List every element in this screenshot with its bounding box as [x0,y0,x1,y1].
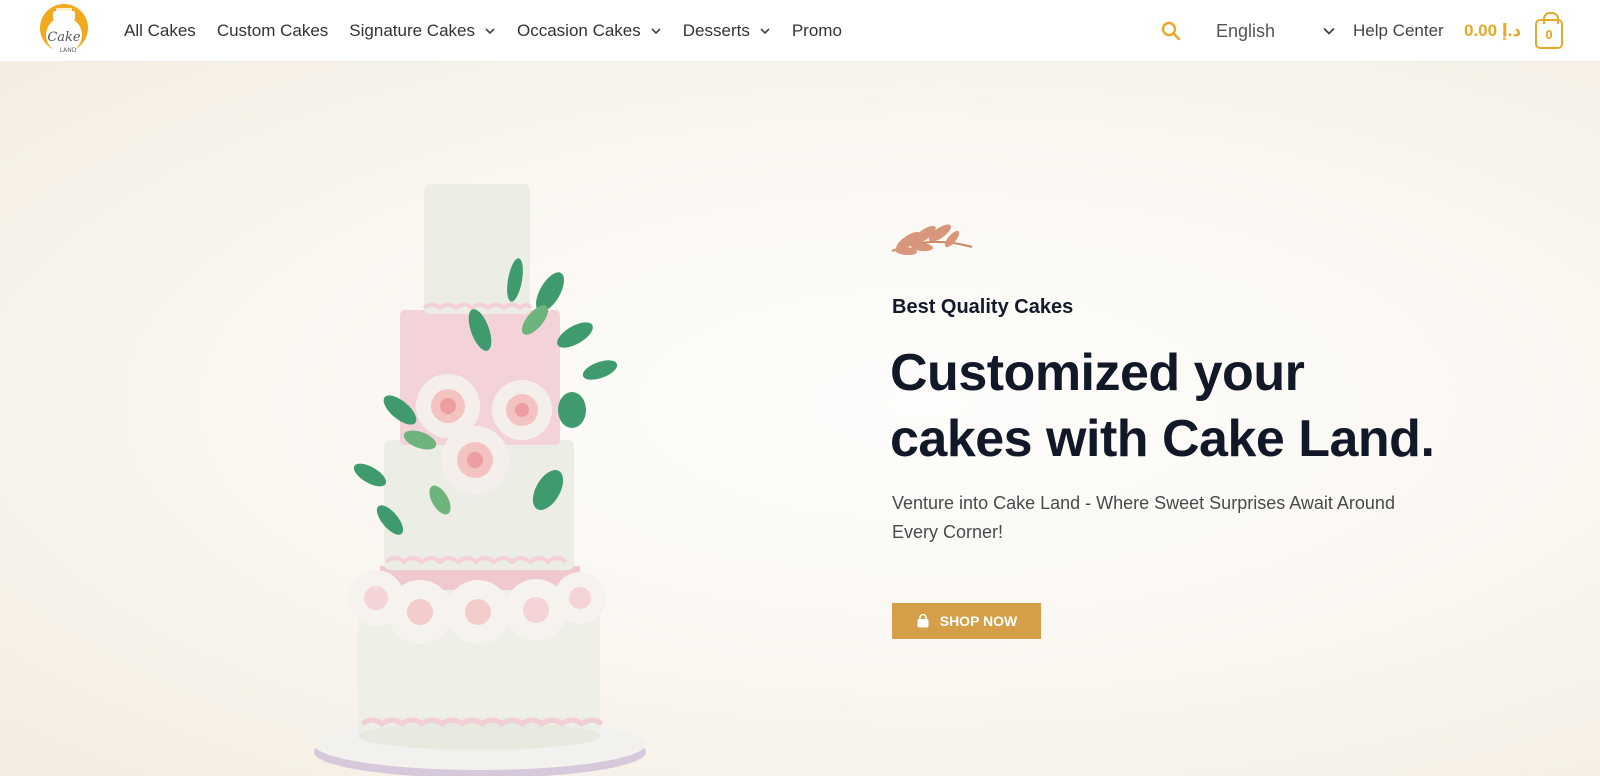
nav-custom-cakes[interactable]: Custom Cakes [217,21,328,41]
hero-kicker: Best Quality Cakes [892,296,1074,318]
nav-signature-cakes[interactable]: Signature Cakes [349,21,496,41]
hero-description: Venture into Cake Land - Where Sweet Sur… [892,493,1395,542]
cart-bag-icon: 0 [1535,12,1563,49]
cart-count: 0 [1545,26,1553,42]
nav-label: Custom Cakes [216,21,329,40]
hero-headline: Customized your cakes with Cake Land. [890,344,1435,468]
nav-desserts[interactable]: Desserts [683,21,771,41]
cart-total-value: 0.00 د.إ [1464,21,1522,40]
hero-section: Best Quality Cakes Customized your cakes… [0,62,1600,776]
main-nav: All Cakes Custom Cakes Signature Cakes O… [124,0,863,62]
shop-now-label: SHOP NOW [939,613,1018,629]
shopping-bag-icon [917,614,929,628]
search-button[interactable] [1160,0,1182,62]
wedding-cake-image [314,184,646,776]
shop-now-button[interactable]: SHOP NOW [892,603,1041,639]
site-header: Cake LAND All Cakes Custom Cakes Signatu… [0,0,1600,62]
nav-label: Desserts [682,21,750,40]
nav-all-cakes[interactable]: All Cakes [124,21,196,41]
chevron-down-icon [760,28,770,35]
nav-label: All Cakes [124,21,196,40]
wheat-sprig-icon [891,224,973,255]
chevron-down-icon [1323,27,1335,35]
language-label: English [1216,20,1276,41]
help-center-link[interactable]: Help Center [1353,0,1444,62]
nav-occasion-cakes[interactable]: Occasion Cakes [517,21,662,41]
cart-button[interactable]: 0 [1535,0,1563,62]
nav-promo[interactable]: Promo [792,21,842,41]
cart-total[interactable]: 0.00 د.إ [1464,0,1521,62]
language-select[interactable]: English [1216,0,1336,62]
chevron-down-icon [651,28,661,35]
help-center-label: Help Center [1353,21,1444,40]
chevron-down-icon [485,28,495,35]
nav-label: Signature Cakes [349,21,475,40]
nav-label: Promo [791,21,842,40]
svg-text:Cake: Cake [47,30,81,45]
cake-land-logo[interactable]: Cake LAND [38,3,90,57]
search-icon [1161,21,1181,41]
nav-label: Occasion Cakes [516,21,641,40]
svg-text:LAND: LAND [60,47,77,54]
